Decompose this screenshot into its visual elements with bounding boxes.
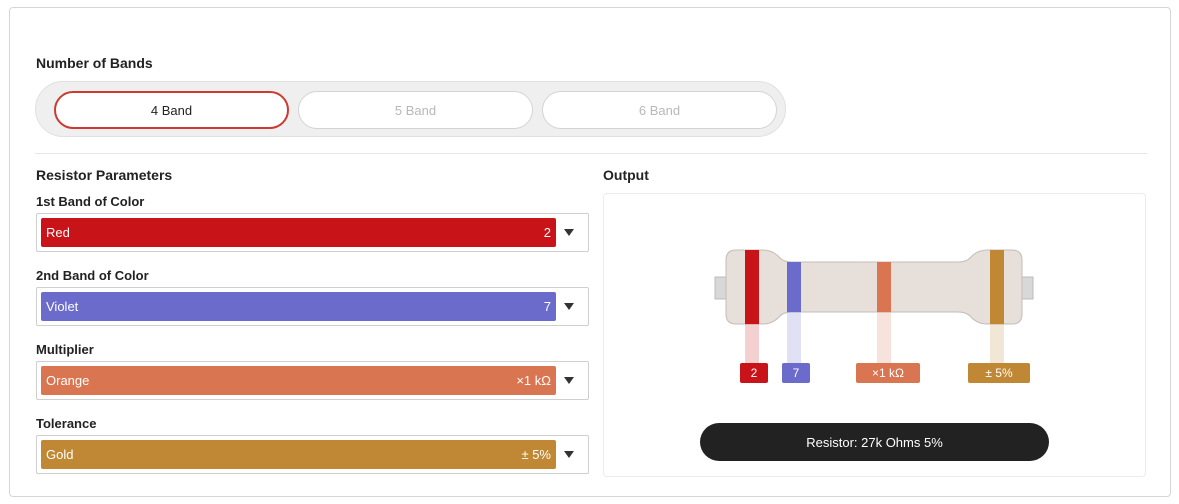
multiplier-connector bbox=[877, 312, 891, 363]
tolerance-tag: ± 5% bbox=[968, 363, 1030, 383]
resistor-band-2 bbox=[787, 262, 801, 312]
resistor-body bbox=[725, 249, 1023, 325]
band-2-tag: 7 bbox=[782, 363, 810, 383]
resistor-band-tolerance bbox=[990, 250, 1004, 324]
result-readout: Resistor: 27k Ohms 5% bbox=[700, 423, 1049, 461]
band-1-tag: 2 bbox=[740, 363, 768, 383]
band-2-connector bbox=[787, 312, 801, 363]
multiplier-tag: ×1 kΩ bbox=[856, 363, 920, 383]
resistor-band-multiplier bbox=[877, 262, 891, 312]
resistor-band-1 bbox=[745, 250, 759, 324]
band-1-connector bbox=[745, 324, 759, 363]
tolerance-connector bbox=[990, 324, 1004, 363]
